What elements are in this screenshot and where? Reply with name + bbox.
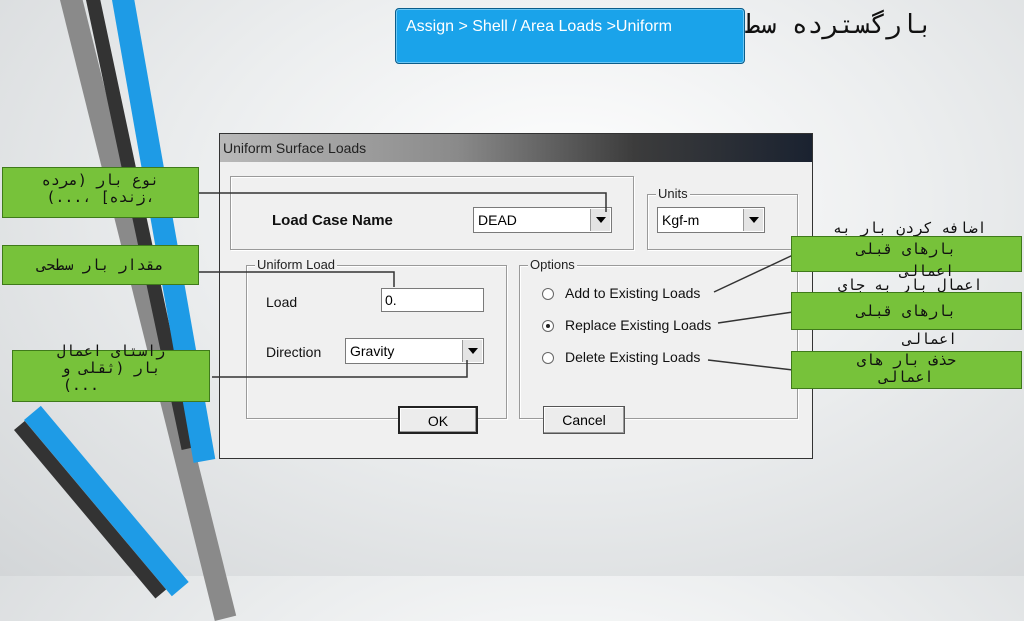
note-direction: راستای اعمال بار (ثقلی و ...) [12,343,210,402]
note-load-amount-text: مقدار بار سطحی [37,256,164,274]
note-load-type-line2: ،زنده] ،...) [46,188,155,206]
note-load-type: نوع بار (مرده ،زنده] ،...) [2,167,199,218]
note-direction-line2: بار (ثقلی و [61,359,161,377]
note-delete-line2: اعمالی [879,368,934,386]
note-load-amount: مقدار بار سطحی [2,245,199,285]
note-replace-line1: بارهای قبلی [856,302,957,320]
note-direction-line1: راستای اعمال [56,342,166,360]
note-replace-line2: اعمالی [903,330,958,348]
note-delete-existing: حذف بار های اعمالی [791,351,1022,389]
note-direction-line3: ...) [62,376,99,394]
note-delete-line1: حذف بار های [856,351,957,369]
note-load-type-line1: نوع بار (مرده [41,171,160,189]
note-replace-existing: بارهای قبلی [791,292,1022,330]
note-add-line1: بارهای قبلی [856,240,957,258]
note-add-overflow: اضافه کردن بار به [833,219,987,237]
